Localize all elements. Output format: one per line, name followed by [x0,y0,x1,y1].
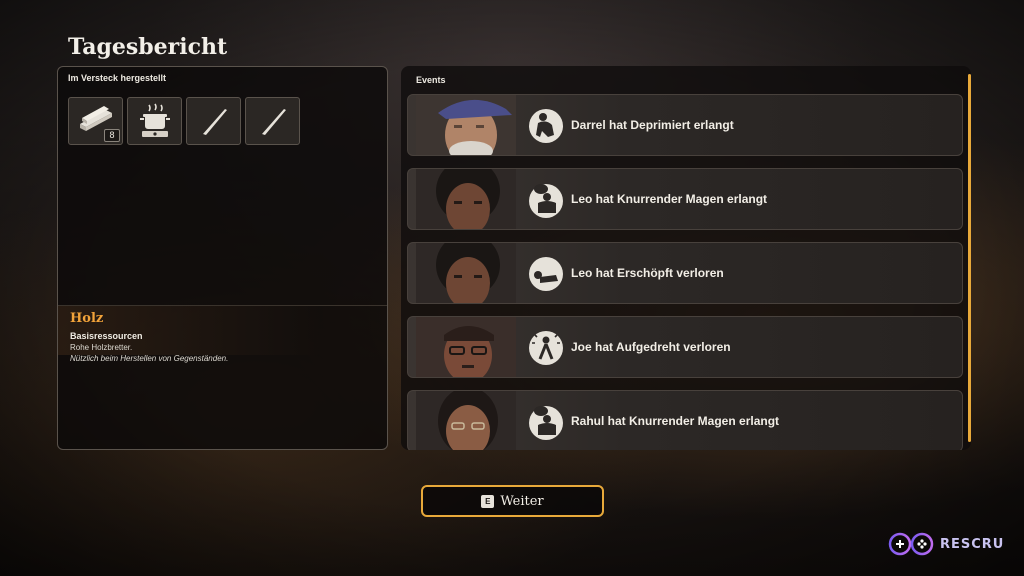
item-detail-note: Nützlich beim Herstellen von Gegenstände… [70,354,229,363]
crafted-item-list: 8 [68,97,300,145]
exhausted-icon [529,257,563,291]
blade-icon [202,109,227,135]
watermark-text: RESCRU [940,536,1005,552]
event-text: Joe hat Aufgedreht verloren [571,340,731,354]
crafted-item-slot[interactable] [186,97,241,145]
event-row[interactable]: Leo hat Knurrender Magen erlangt [407,168,963,230]
event-text: Leo hat Erschöpft verloren [571,266,724,280]
crafted-item-slot[interactable]: 8 [68,97,123,145]
continue-label: Weiter [500,493,544,509]
event-row[interactable]: Joe hat Aufgedreht verloren [407,316,963,378]
event-text: Leo hat Knurrender Magen erlangt [571,192,768,206]
crafted-item-slot[interactable] [245,97,300,145]
character-portrait-darrel [416,95,516,155]
event-text: Rahul hat Knurrender Magen erlangt [571,414,780,428]
event-text: Darrel hat Deprimiert erlangt [571,118,734,132]
hungry-icon [529,406,563,440]
character-portrait-leo [416,243,516,303]
event-row[interactable]: Darrel hat Deprimiert erlangt [407,94,963,156]
character-portrait-rahul [416,391,516,450]
item-detail-category: Basisressourcen [70,331,143,341]
item-detail-description: Rohe Holzbretter. [70,343,133,352]
hungry-icon [529,184,563,218]
gamepad-logo-icon [888,532,934,556]
crafted-panel: Im Versteck hergestellt 8 Holz Basisress… [57,66,388,450]
event-row[interactable]: Rahul hat Knurrender Magen erlangt [407,390,963,450]
item-detail-name: Holz [70,311,104,326]
energized-icon [529,331,563,365]
event-row[interactable]: Leo hat Erschöpft verloren [407,242,963,304]
events-label: Events [416,75,446,85]
page-title: Tagesbericht [68,34,228,60]
character-portrait-joe [416,317,516,377]
crafted-label: Im Versteck hergestellt [68,73,167,83]
continue-button[interactable]: E Weiter [421,485,604,517]
events-panel: Events Darrel hat Deprimiert erlangt Leo… [401,66,971,450]
depressed-icon [529,109,563,143]
blade-icon [261,109,286,135]
crafted-item-slot[interactable] [127,97,182,145]
key-e-icon: E [481,494,495,508]
events-scrollbar[interactable] [968,74,971,442]
cooking-pot-icon [139,103,170,137]
item-count-badge: 8 [104,129,120,142]
character-portrait-leo [416,169,516,229]
watermark: RESCRU [888,532,1004,556]
